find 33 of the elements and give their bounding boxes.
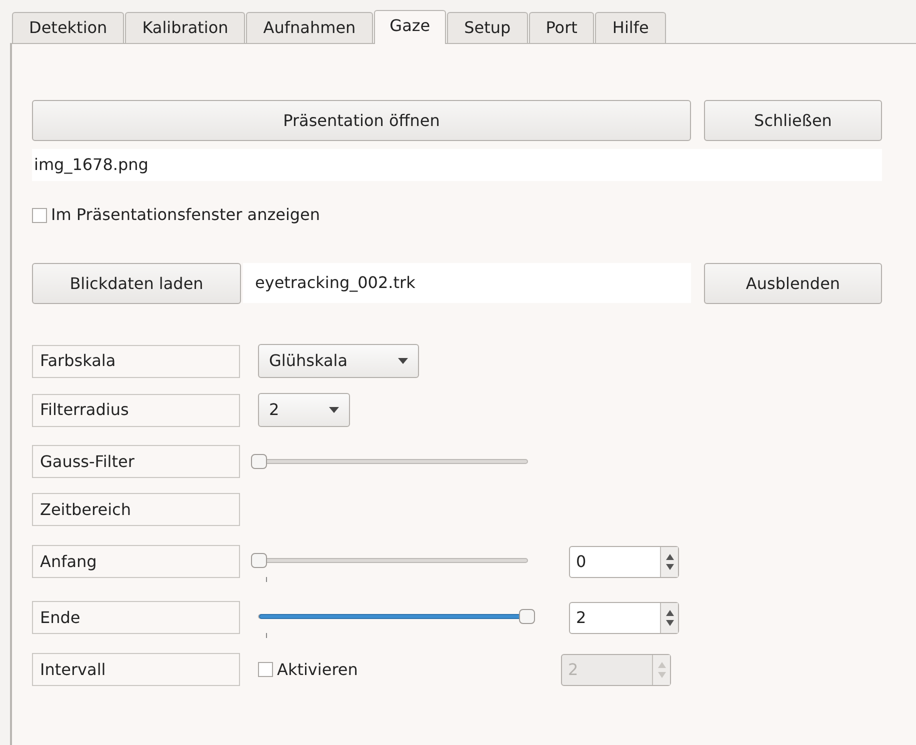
tick-mark xyxy=(266,633,267,638)
spin-box[interactable]: 2 xyxy=(569,602,679,634)
setting-label: Ende xyxy=(32,601,240,634)
checkbox-label[interactable]: Im Präsentationsfenster anzeigen xyxy=(51,203,320,227)
tab[interactable]: Hilfe xyxy=(595,12,666,43)
tab[interactable]: Setup xyxy=(447,12,528,43)
setting-label: Anfang xyxy=(32,545,240,578)
spin-arrows-icon xyxy=(660,602,678,632)
dropdown[interactable]: Glühskala xyxy=(258,344,418,378)
gaze-file-field[interactable]: eyetracking_002.trk xyxy=(243,263,691,303)
setting-label: Gauss-Filter xyxy=(32,445,240,478)
caret-icon xyxy=(329,407,340,413)
tab[interactable]: Kalibration xyxy=(125,12,246,43)
setting-label: Filterradius xyxy=(32,394,240,426)
setting-label: Farbskala xyxy=(32,344,240,378)
setting-label: Intervall xyxy=(32,653,240,686)
file-name-field[interactable]: img_1678.png xyxy=(32,149,882,181)
spin-box[interactable]: 0 xyxy=(569,546,679,578)
setting-label: Zeitbereich xyxy=(32,493,240,526)
dropdown[interactable]: 2 xyxy=(258,393,350,427)
open-presentation-button[interactable]: Präsentation öffnen xyxy=(32,100,691,141)
load-gaze-data-button[interactable]: Blickdaten laden xyxy=(32,263,241,304)
tab[interactable]: Aufnahmen xyxy=(246,12,373,43)
caret-icon xyxy=(398,358,408,364)
checkbox[interactable] xyxy=(32,208,47,222)
hide-button[interactable]: Ausblenden xyxy=(704,263,882,304)
tab[interactable]: Detektion xyxy=(12,12,124,43)
tick-mark xyxy=(266,577,267,582)
close-button[interactable]: Schließen xyxy=(704,100,882,141)
spin-arrows-icon xyxy=(652,654,670,684)
spin-arrows-icon xyxy=(660,546,678,576)
tab[interactable]: Port xyxy=(528,12,594,43)
tab[interactable]: Gaze xyxy=(374,10,446,44)
